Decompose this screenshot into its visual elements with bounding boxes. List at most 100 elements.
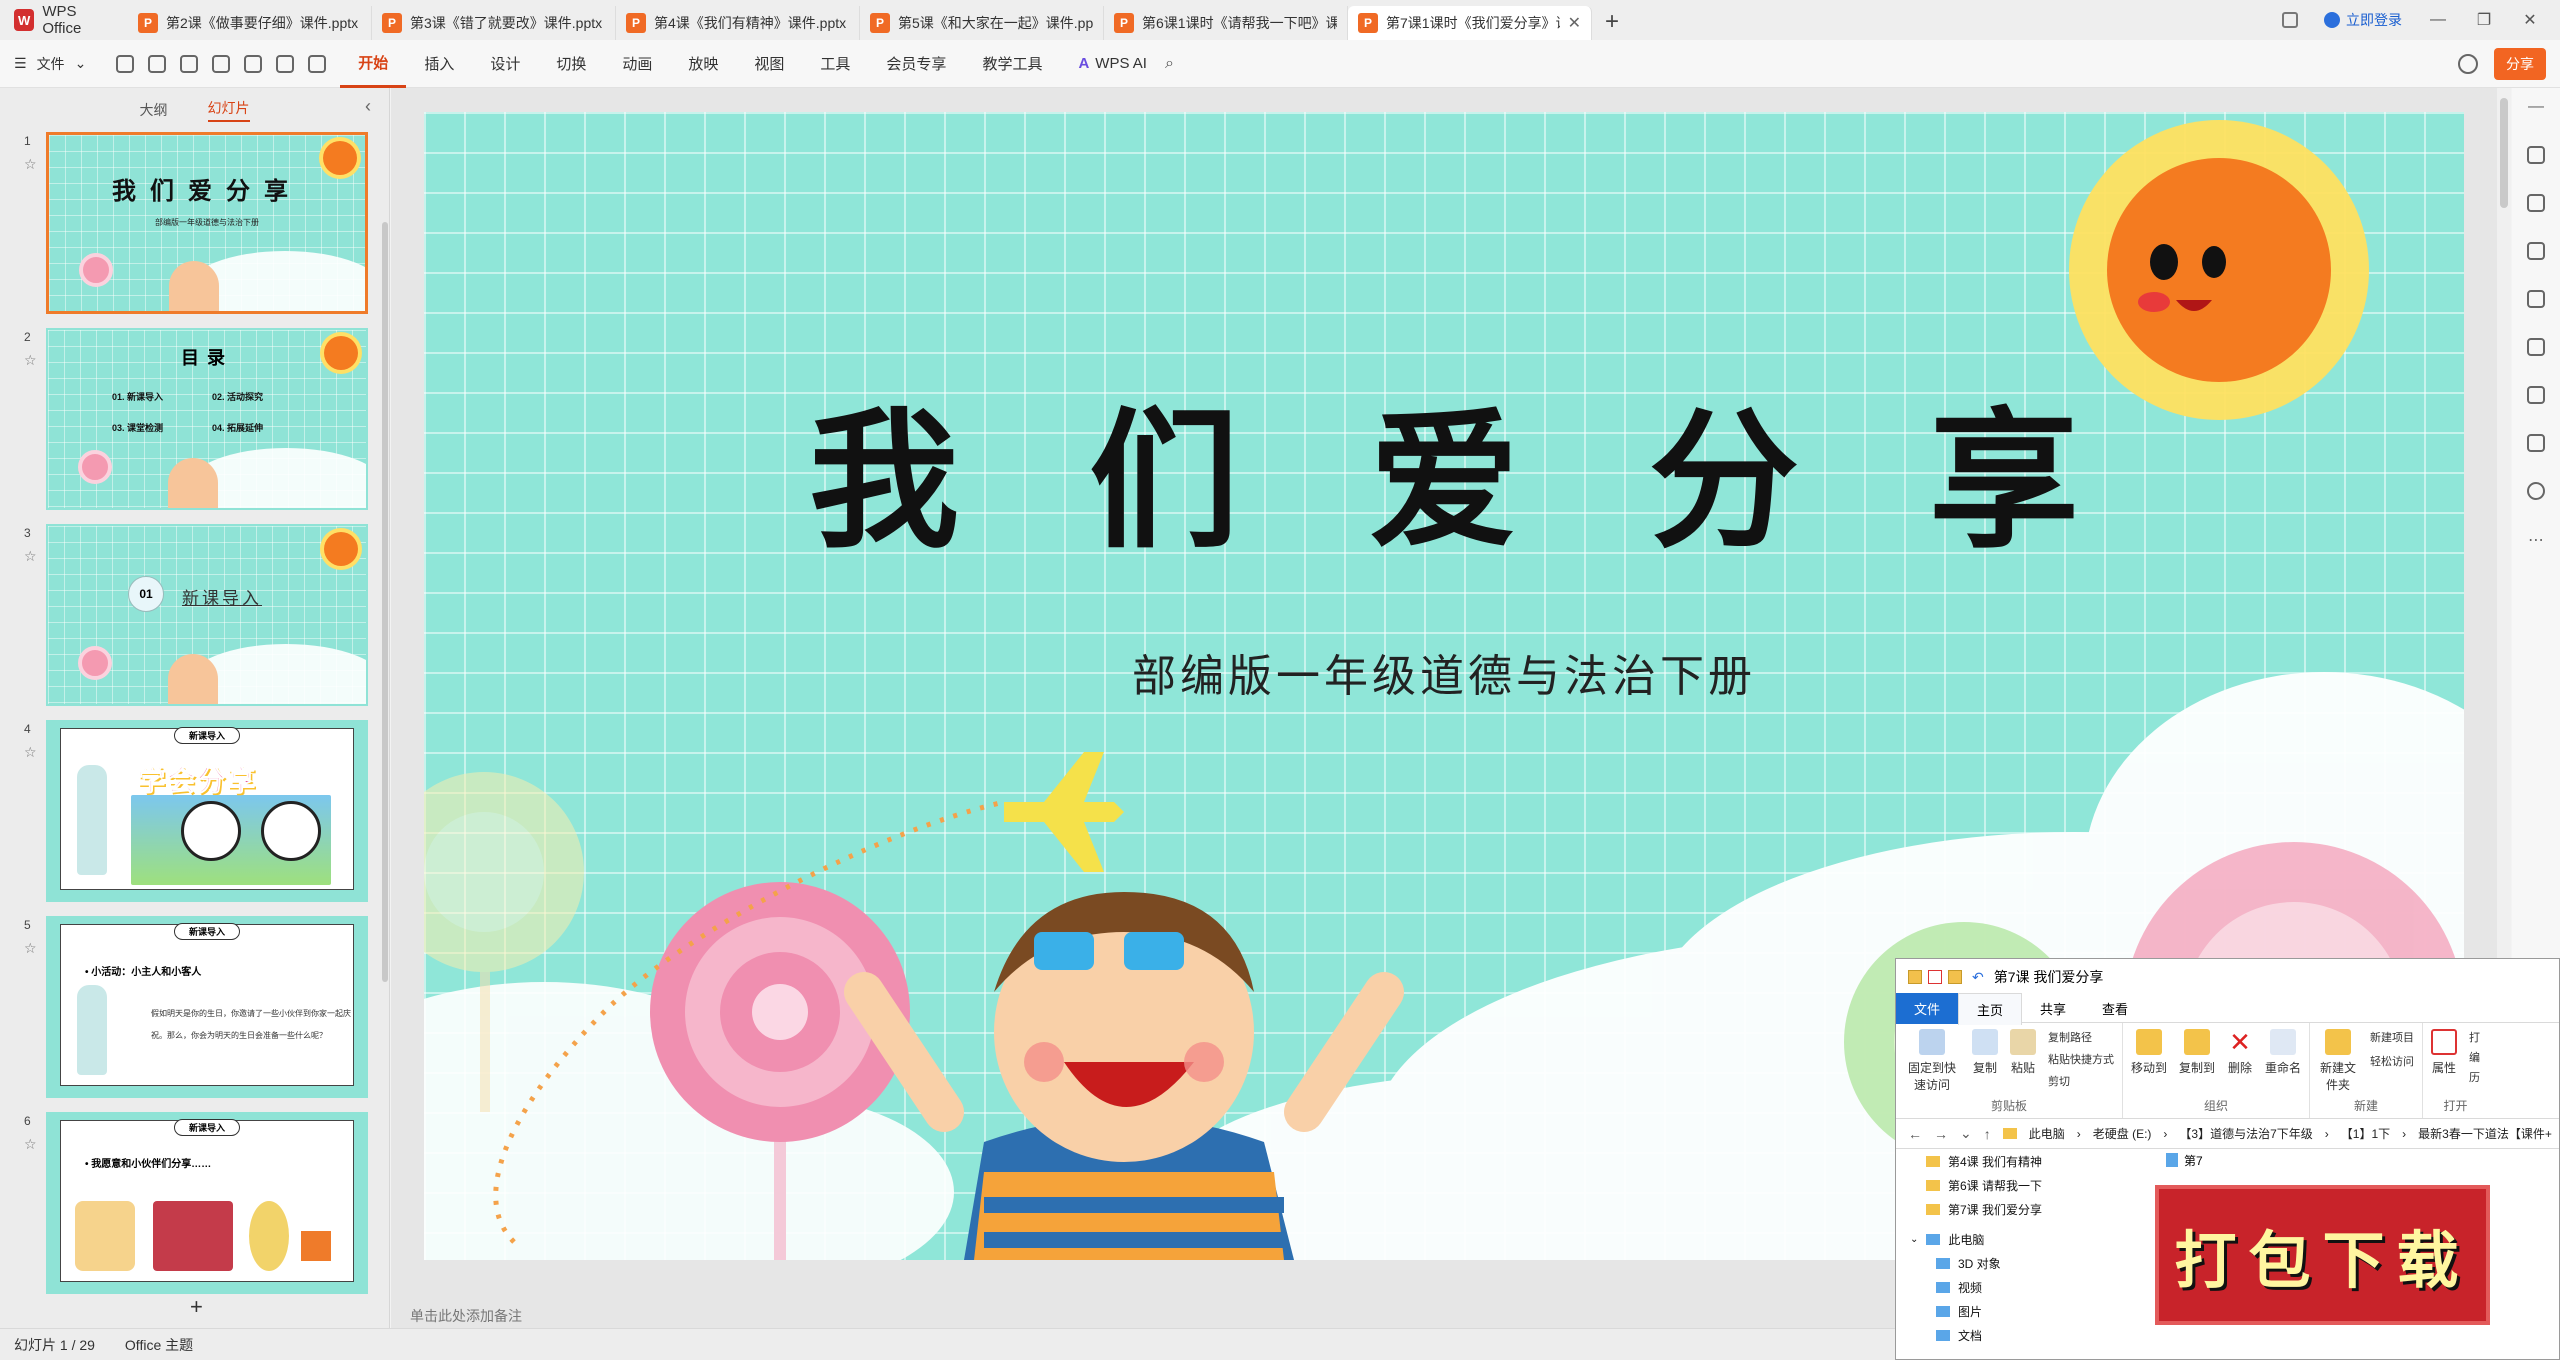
tab-view[interactable]: 查看 bbox=[2084, 993, 2146, 1024]
chevron-down-icon[interactable]: ⌄ bbox=[1910, 1234, 1918, 1245]
doc-tab[interactable]: P 第4课《我们有精神》课件.pptx bbox=[616, 6, 860, 40]
new-tab-button[interactable]: + bbox=[1592, 5, 1632, 39]
magic-icon[interactable] bbox=[2527, 338, 2545, 356]
export-pdf-icon[interactable] bbox=[148, 54, 167, 73]
pin-quick-access-button[interactable]: 固定到快速访问 bbox=[1904, 1029, 1960, 1093]
forward-arrow-icon[interactable]: → bbox=[1934, 1126, 1948, 1142]
copy-button[interactable]: 复制 bbox=[1972, 1029, 1998, 1093]
chevron-down-icon[interactable]: ⌄ bbox=[75, 55, 87, 72]
star-icon[interactable]: ☆ bbox=[24, 744, 37, 761]
slide-subtitle[interactable]: 部编版一年级道德与法治下册 bbox=[424, 640, 2464, 704]
close-window-icon[interactable]: ✕ bbox=[2520, 10, 2540, 30]
rename-button[interactable]: 重命名 bbox=[2265, 1029, 2301, 1076]
new-folder-icon[interactable] bbox=[1948, 970, 1962, 984]
doc-tab-active[interactable]: P 第7课1课时《我们爱分享》课 ✕ bbox=[1348, 6, 1592, 40]
tree-item[interactable]: 视频 bbox=[1896, 1275, 2136, 1299]
slide-thumbnail[interactable]: 我们爱分享 部编版一年级道德与法治下册 bbox=[46, 132, 368, 314]
new-item-button[interactable]: 新建项目 bbox=[2370, 1029, 2414, 1045]
edit-button[interactable]: 编 bbox=[2469, 1049, 2480, 1065]
tab-4[interactable]: 动画 bbox=[604, 40, 670, 88]
tab-outline[interactable]: 大纲 bbox=[140, 100, 168, 120]
share-button[interactable]: 分享 bbox=[2494, 48, 2546, 80]
tab-8[interactable]: 会员专享 bbox=[868, 40, 964, 88]
paste-shortcut-button[interactable]: 粘贴快捷方式 bbox=[2048, 1051, 2114, 1067]
layout-icon[interactable] bbox=[2282, 12, 2298, 28]
back-arrow-icon[interactable]: ← bbox=[1908, 1126, 1922, 1142]
slide-thumbnail[interactable]: 新课导入 • 我愿意和小伙伴们分享…… bbox=[46, 1112, 368, 1294]
undo-icon[interactable] bbox=[244, 54, 263, 73]
tree-item[interactable]: 图片 bbox=[1896, 1299, 2136, 1323]
path-segment[interactable]: 【3】道德与法治7下年级 bbox=[2179, 1125, 2312, 1142]
scrollbar-thumb[interactable] bbox=[2500, 98, 2508, 208]
chevron-down-icon[interactable]: ⌄ bbox=[1960, 1125, 1972, 1142]
history-button[interactable]: 历 bbox=[2469, 1069, 2480, 1085]
copy-icon[interactable] bbox=[2527, 242, 2545, 260]
tab-6[interactable]: 视图 bbox=[736, 40, 802, 88]
tree-item[interactable]: 第7课 我们爱分享 bbox=[1896, 1197, 2136, 1221]
file-menu[interactable]: 文件 bbox=[37, 54, 65, 74]
help-icon[interactable] bbox=[2527, 482, 2545, 500]
open-button[interactable]: 打 bbox=[2469, 1029, 2480, 1045]
slide-thumbnail[interactable]: 01 新课导入 bbox=[46, 524, 368, 706]
slide-thumbnail[interactable]: 新课导入 • 小活动：小主人和小客人 假如明天是你的生日，你邀请了一些小伙伴到你… bbox=[46, 916, 368, 1098]
tab-share[interactable]: 共享 bbox=[2022, 993, 2084, 1024]
tab-1[interactable]: 插入 bbox=[406, 40, 472, 88]
star-icon[interactable]: ☆ bbox=[24, 548, 37, 565]
more-icon[interactable]: ⋯ bbox=[2528, 530, 2544, 550]
wps-office-home[interactable]: W WPS Office bbox=[0, 0, 128, 40]
theme-name[interactable]: Office 主题 bbox=[125, 1335, 193, 1355]
tab-slides[interactable]: 幻灯片 bbox=[207, 98, 250, 122]
star-icon[interactable]: ☆ bbox=[24, 156, 37, 173]
redo-icon[interactable] bbox=[276, 54, 295, 73]
star-icon[interactable]: ☆ bbox=[24, 352, 37, 369]
doc-tab[interactable]: P 第6课1课时《请帮我一下吧》课件.pp bbox=[1104, 6, 1348, 40]
path-segment[interactable]: 最新3春一下道法【课件+ bbox=[2418, 1125, 2552, 1142]
copy-path-button[interactable]: 复制路径 bbox=[2048, 1029, 2114, 1045]
up-arrow-icon[interactable]: ↑ bbox=[1984, 1126, 1991, 1142]
star-icon[interactable]: ☆ bbox=[24, 1136, 37, 1153]
format-painter-icon[interactable] bbox=[308, 54, 327, 73]
download-pack-stamp[interactable]: 打包下载 bbox=[2155, 1185, 2490, 1325]
cloud-sync-icon[interactable] bbox=[2458, 54, 2478, 74]
tab-5[interactable]: 放映 bbox=[670, 40, 736, 88]
tree-item[interactable]: 文档 bbox=[1896, 1323, 2136, 1347]
cut-button[interactable]: 剪切 bbox=[2048, 1073, 2114, 1089]
tab-3[interactable]: 切换 bbox=[538, 40, 604, 88]
move-to-button[interactable]: 移动到 bbox=[2131, 1029, 2167, 1076]
properties-button[interactable]: 属性 bbox=[2431, 1029, 2458, 1085]
copy-to-button[interactable]: 复制到 bbox=[2179, 1029, 2215, 1076]
print-preview-icon[interactable] bbox=[212, 54, 231, 73]
folder-icon[interactable] bbox=[1908, 970, 1922, 984]
tab-7[interactable]: 工具 bbox=[802, 40, 868, 88]
maximize-icon[interactable]: ❐ bbox=[2474, 10, 2494, 30]
tab-9[interactable]: 教学工具 bbox=[964, 40, 1060, 88]
star-icon[interactable]: ☆ bbox=[24, 940, 37, 957]
login-button[interactable]: 立即登录 bbox=[2324, 10, 2402, 30]
slide-thumbnail[interactable]: 目录 01. 新课导入 02. 活动探究 03. 课堂检测 04. 拓展延伸 bbox=[46, 328, 368, 510]
tab-0[interactable]: 开始 bbox=[340, 40, 407, 88]
search-icon[interactable]: ⌕ bbox=[1165, 55, 1174, 73]
collapse-panel-icon[interactable]: ‹ bbox=[365, 96, 371, 117]
path-segment[interactable]: 【1】1下 bbox=[2341, 1125, 2390, 1142]
undo-icon[interactable]: ↶ bbox=[1972, 969, 1984, 986]
tree-item[interactable]: 第4课 我们有精神 bbox=[1896, 1149, 2136, 1173]
doc-tab[interactable]: P 第3课《错了就要改》课件.pptx bbox=[372, 6, 616, 40]
list-item[interactable]: 第7 bbox=[2162, 1149, 2559, 1171]
tree-item[interactable]: 第6课 请帮我一下 bbox=[1896, 1173, 2136, 1197]
wps-ai-button[interactable]: A WPS AI bbox=[1060, 55, 1165, 72]
star-icon[interactable] bbox=[2527, 194, 2545, 212]
resize-icon[interactable] bbox=[2527, 434, 2545, 452]
minimize-panel-icon[interactable]: — bbox=[2528, 98, 2544, 116]
slide-thumbnail[interactable]: 新课导入 学会分享 bbox=[46, 720, 368, 902]
minimize-icon[interactable]: — bbox=[2428, 11, 2448, 29]
path-segment[interactable]: 此电脑 bbox=[2029, 1125, 2065, 1142]
print-icon[interactable] bbox=[180, 54, 199, 73]
add-slide-button[interactable]: + bbox=[190, 1294, 203, 1320]
properties-icon[interactable] bbox=[1928, 970, 1942, 984]
panel-scrollbar[interactable] bbox=[382, 222, 388, 982]
hamburger-icon[interactable]: ☰ bbox=[14, 55, 27, 72]
doc-tab[interactable]: P 第2课《做事要仔细》课件.pptx bbox=[128, 6, 372, 40]
tab-home[interactable]: 主页 bbox=[1958, 992, 2023, 1025]
path-segment[interactable]: 老硬盘 (E:) bbox=[2093, 1125, 2152, 1142]
new-folder-button[interactable]: 新建文件夹 bbox=[2318, 1029, 2358, 1093]
